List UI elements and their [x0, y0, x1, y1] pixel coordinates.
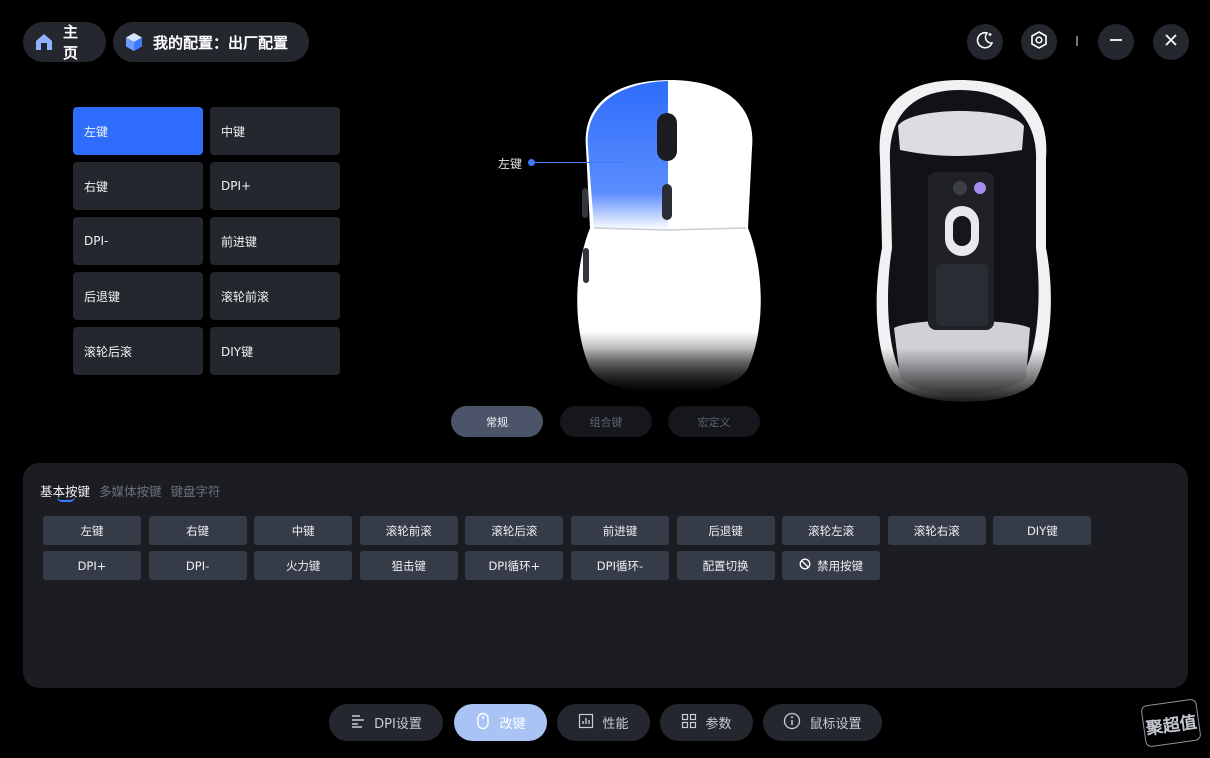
- ban-icon: [799, 558, 811, 573]
- tab-macro[interactable]: 宏定义: [668, 406, 760, 437]
- mouse-preview: [490, 80, 1090, 408]
- minimize-icon: [1107, 31, 1125, 53]
- callout-line: [534, 162, 626, 163]
- fn-forward[interactable]: 前进键: [570, 516, 669, 545]
- settings-button[interactable]: [1021, 24, 1057, 60]
- config-selector[interactable]: 我的配置：出厂配置: [113, 22, 309, 62]
- callout-label: 左键: [498, 157, 523, 171]
- gear-icon: [1029, 30, 1049, 54]
- nav-dpi-settings[interactable]: DPI设置: [329, 704, 443, 741]
- config-label: 我的配置：出厂配置: [153, 33, 289, 52]
- fn-left-click[interactable]: 左键: [43, 516, 141, 545]
- chart-icon: [578, 713, 594, 733]
- tab-keyboard-chars[interactable]: 键盘字符: [171, 481, 221, 500]
- key-diy[interactable]: DIY键: [210, 327, 340, 375]
- key-left[interactable]: 左键: [73, 107, 203, 155]
- tab-combo[interactable]: 组合键: [560, 406, 652, 437]
- tab-normal[interactable]: 常规: [451, 406, 543, 437]
- mouse-top-view: [577, 80, 761, 395]
- theme-toggle-button[interactable]: [967, 24, 1003, 60]
- function-panel: 基本按键 多媒体按键 键盘字符 左键 右键 中键 滚轮前滚 滚轮后滚 前进键 后…: [23, 463, 1188, 688]
- nav-remap[interactable]: 改键: [454, 704, 547, 741]
- fn-dpi-cycle-down[interactable]: DPI循环-: [570, 551, 669, 580]
- cube-icon: [123, 31, 145, 53]
- tab-media-keys[interactable]: 多媒体按键: [99, 481, 162, 500]
- key-wheel-up[interactable]: 滚轮前滚: [210, 272, 340, 320]
- close-button[interactable]: [1153, 24, 1189, 60]
- moon-icon: [975, 30, 995, 54]
- app-window: 主页 我的配置：出厂配置 左键 中键 右键 DPI+ DPI- 前进键 后退键: [0, 0, 1210, 758]
- fn-diy[interactable]: DIY键: [993, 516, 1092, 545]
- fn-wheel-right[interactable]: 滚轮右滚: [887, 516, 986, 545]
- dpi-icon: [350, 713, 366, 733]
- key-dpi-minus[interactable]: DPI-: [73, 217, 203, 265]
- minimize-button[interactable]: [1098, 24, 1134, 60]
- fn-wheel-up[interactable]: 滚轮前滚: [359, 516, 458, 545]
- key-forward[interactable]: 前进键: [210, 217, 340, 265]
- fn-wheel-down[interactable]: 滚轮后滚: [465, 516, 564, 545]
- mouse-key-list: 左键 中键 右键 DPI+ DPI- 前进键 后退键 滚轮前滚 滚轮后滚 DIY…: [73, 107, 340, 375]
- fn-sniper-key[interactable]: 狙击键: [359, 551, 458, 580]
- function-grid: 左键 右键 中键 滚轮前滚 滚轮后滚 前进键 后退键 滚轮左滚 滚轮右滚 DIY…: [43, 516, 1092, 580]
- divider: [1076, 36, 1078, 46]
- home-label: 主页: [63, 23, 79, 62]
- nav-parameters[interactable]: 参数: [660, 704, 753, 741]
- close-icon: [1162, 31, 1180, 53]
- nav-performance[interactable]: 性能: [557, 704, 650, 741]
- home-icon: [33, 31, 55, 53]
- fn-middle-click[interactable]: 中键: [254, 516, 353, 545]
- fn-dpi-plus[interactable]: DPI+: [43, 551, 141, 580]
- key-back[interactable]: 后退键: [73, 272, 203, 320]
- active-tab-indicator: [57, 497, 75, 502]
- fn-dpi-cycle-up[interactable]: DPI循环+: [465, 551, 564, 580]
- mouse-icon: [475, 712, 491, 734]
- fn-disable-key[interactable]: 禁用按键: [782, 551, 881, 580]
- fn-back[interactable]: 后退键: [676, 516, 775, 545]
- key-dpi-plus[interactable]: DPI+: [210, 162, 340, 210]
- grid-icon: [681, 713, 697, 733]
- fn-wheel-left[interactable]: 滚轮左滚: [782, 516, 881, 545]
- fn-profile-switch[interactable]: 配置切换: [676, 551, 775, 580]
- info-icon: [783, 712, 801, 734]
- key-middle[interactable]: 中键: [210, 107, 340, 155]
- fn-fire-key[interactable]: 火力键: [254, 551, 353, 580]
- nav-mouse-settings[interactable]: 鼠标设置: [763, 704, 882, 741]
- key-wheel-down[interactable]: 滚轮后滚: [73, 327, 203, 375]
- key-right[interactable]: 右键: [73, 162, 203, 210]
- fn-right-click[interactable]: 右键: [148, 516, 247, 545]
- watermark-logo: 聚超值: [1140, 698, 1202, 748]
- fn-dpi-minus[interactable]: DPI-: [148, 551, 247, 580]
- home-button[interactable]: 主页: [23, 22, 106, 62]
